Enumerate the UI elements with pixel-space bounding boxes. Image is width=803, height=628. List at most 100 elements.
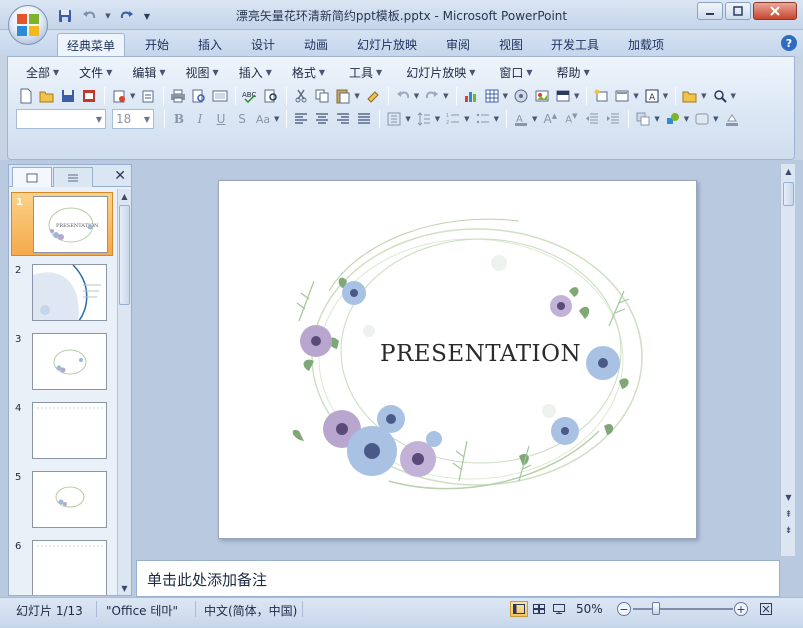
tab-classic-menu[interactable]: 经典菜单	[57, 33, 125, 56]
dropdown-arrow-icon[interactable]: ▼	[435, 115, 440, 123]
notes-placeholder[interactable]: 单击此处添加备注	[147, 569, 267, 590]
tab-slideshow[interactable]: 幻灯片放映	[349, 33, 425, 56]
font-color-icon[interactable]: A	[511, 109, 531, 129]
menu-tools[interactable]: 工具 ▼	[335, 63, 392, 81]
tab-addins[interactable]: 加载项	[620, 33, 672, 56]
arrange-icon[interactable]	[633, 109, 653, 129]
tab-developer[interactable]: 开发工具	[543, 33, 607, 56]
align-right-icon[interactable]	[333, 109, 353, 129]
zoom-out-icon[interactable]: −	[617, 602, 631, 616]
open-folder-icon[interactable]	[37, 86, 57, 106]
zoom-slider[interactable]	[633, 608, 733, 610]
quick-styles-icon[interactable]	[692, 109, 712, 129]
scroll-thumb[interactable]	[119, 205, 130, 305]
dropdown-arrow-icon[interactable]: ▼	[574, 92, 579, 100]
cut-icon[interactable]	[291, 86, 311, 106]
find-icon[interactable]	[710, 86, 730, 106]
menu-view[interactable]: 视图 ▼	[176, 63, 229, 81]
spelling-check-icon[interactable]: ABC	[240, 86, 260, 106]
paste-icon[interactable]	[333, 86, 353, 106]
theme-name[interactable]: "Office 테마"	[106, 602, 178, 619]
dropdown-arrow-icon[interactable]: ▼	[654, 115, 659, 123]
insert-chart-icon[interactable]	[461, 86, 481, 106]
layout-icon[interactable]	[612, 86, 632, 106]
insert-table-icon[interactable]	[482, 86, 502, 106]
menu-file[interactable]: 文件 ▼	[69, 63, 122, 81]
underline-icon[interactable]: U	[211, 109, 231, 129]
dropdown-arrow-icon[interactable]: ▼	[503, 92, 508, 100]
numbering-icon[interactable]: 12	[443, 109, 463, 129]
slide-sorter-view-icon[interactable]	[530, 601, 548, 617]
close-button[interactable]	[753, 2, 797, 20]
permission-icon[interactable]	[109, 86, 129, 106]
dropdown-arrow-icon[interactable]: ▼	[633, 92, 638, 100]
save-icon[interactable]	[58, 86, 78, 106]
next-slide-icon[interactable]: ⇟	[782, 524, 795, 538]
print-icon[interactable]	[168, 86, 188, 106]
menu-slideshow[interactable]: 幻灯片放映 ▼	[392, 63, 485, 81]
tab-design[interactable]: 设计	[241, 33, 285, 56]
new-document-icon[interactable]	[16, 86, 36, 106]
thumbnail-scrollbar[interactable]: ▲ ▼	[117, 189, 131, 595]
text-direction-icon[interactable]	[384, 109, 404, 129]
new-slide-icon[interactable]	[591, 86, 611, 106]
dropdown-arrow-icon[interactable]: ▼	[701, 92, 706, 100]
copy-icon[interactable]	[312, 86, 332, 106]
font-name-combo[interactable]: ▼	[16, 109, 106, 129]
dropdown-arrow-icon[interactable]: ▼	[443, 92, 448, 100]
scroll-thumb[interactable]	[783, 182, 794, 206]
bullets-icon[interactable]	[473, 109, 493, 129]
fit-to-window-icon[interactable]	[758, 601, 774, 617]
shrink-font-icon[interactable]: A▼	[561, 109, 581, 129]
menu-insert[interactable]: 插入 ▼	[229, 63, 282, 81]
save-as-pdf-icon[interactable]	[79, 86, 99, 106]
menu-format[interactable]: 格式 ▼	[282, 63, 335, 81]
change-case-icon[interactable]: Aa	[253, 109, 273, 129]
thumbnail-item-4[interactable]: 4	[11, 399, 113, 463]
current-slide[interactable]: PRESENTATION	[218, 180, 697, 539]
zoom-level[interactable]: 50%	[576, 602, 603, 616]
tab-view[interactable]: 视图	[489, 33, 533, 56]
redo-icon[interactable]	[422, 86, 442, 106]
office-button[interactable]	[8, 5, 48, 45]
shadow-icon[interactable]: S	[232, 109, 252, 129]
shape-fill-icon[interactable]	[722, 109, 742, 129]
undo-icon[interactable]	[393, 86, 413, 106]
menu-all[interactable]: 全部 ▼	[16, 63, 69, 81]
dropdown-arrow-icon[interactable]: ▼	[532, 115, 537, 123]
previous-slide-icon[interactable]: ⇞	[782, 508, 795, 522]
zoom-in-icon[interactable]: +	[734, 602, 748, 616]
slide-design-icon[interactable]	[553, 86, 573, 106]
line-spacing-icon[interactable]	[414, 109, 434, 129]
page-setup-icon[interactable]	[210, 86, 230, 106]
language-indicator[interactable]: 中文(简体，中国)	[204, 602, 297, 619]
normal-view-icon[interactable]	[510, 601, 528, 617]
grow-font-icon[interactable]: A▲	[540, 109, 560, 129]
slide-scrollbar[interactable]: ▲ ▼ ⇞ ⇟	[780, 164, 795, 556]
help-icon[interactable]: ?	[781, 35, 797, 51]
format-painter-icon[interactable]	[363, 86, 383, 106]
research-icon[interactable]	[261, 86, 281, 106]
scroll-up-icon[interactable]: ▲	[782, 164, 795, 178]
thumbnail-item-5[interactable]: 5	[11, 468, 113, 532]
insert-media-icon[interactable]	[511, 86, 531, 106]
increase-indent-icon[interactable]	[603, 109, 623, 129]
scroll-up-icon[interactable]: ▲	[118, 189, 131, 203]
menu-window[interactable]: 窗口 ▼	[485, 63, 542, 81]
thumbnail-item-2[interactable]: 2	[11, 261, 113, 325]
tab-outline[interactable]	[53, 167, 93, 187]
font-size-combo[interactable]: 18 ▼	[112, 109, 154, 129]
tab-review[interactable]: 审阅	[436, 33, 480, 56]
bold-icon[interactable]: B	[169, 109, 189, 129]
dropdown-arrow-icon[interactable]: ▼	[354, 92, 359, 100]
dropdown-arrow-icon[interactable]: ▼	[731, 92, 736, 100]
dropdown-arrow-icon[interactable]: ▼	[405, 115, 410, 123]
decrease-indent-icon[interactable]	[582, 109, 602, 129]
scroll-down-icon[interactable]: ▼	[782, 490, 795, 504]
text-box-icon[interactable]: A	[642, 86, 662, 106]
shapes-icon[interactable]	[663, 109, 683, 129]
thumbnail-item-1[interactable]: 1 PRESENTATION	[11, 192, 113, 256]
dropdown-arrow-icon[interactable]: ▼	[663, 92, 668, 100]
justify-icon[interactable]	[354, 109, 374, 129]
insert-picture-icon[interactable]	[532, 86, 552, 106]
